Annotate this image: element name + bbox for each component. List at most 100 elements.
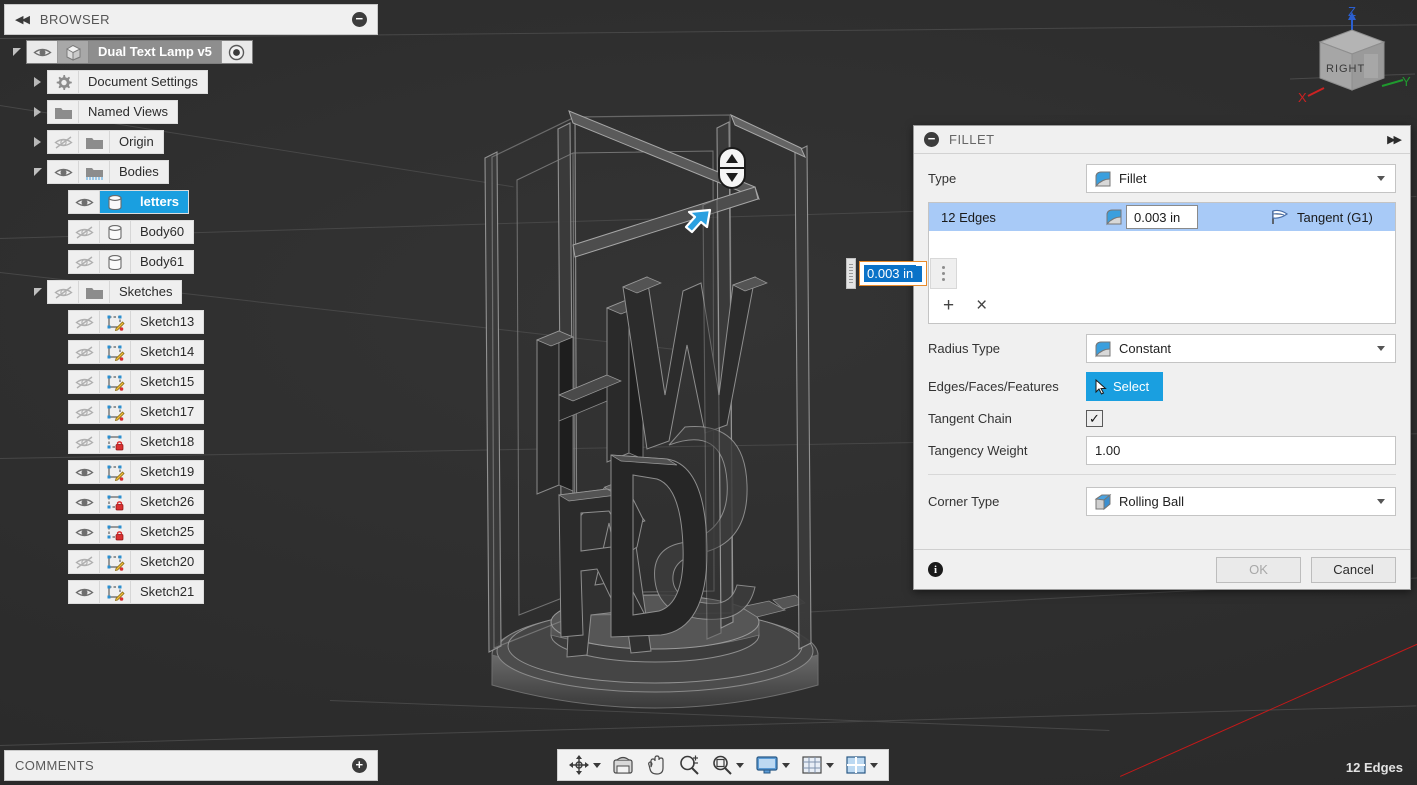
tree-root-row[interactable]: Dual Text Lamp v5 (0, 40, 378, 64)
eye-visible-icon[interactable] (33, 46, 52, 58)
tree-row-content[interactable]: Body60 (68, 220, 195, 244)
visibility-toggle[interactable] (69, 431, 100, 453)
visibility-toggle[interactable] (69, 191, 100, 213)
eye-hidden-icon[interactable] (75, 556, 94, 569)
tree-item-sketch13[interactable]: Sketch13 (0, 310, 378, 334)
tree-row-content[interactable]: Sketch20 (68, 550, 205, 574)
zoom-magnifier-icon[interactable] (676, 752, 702, 778)
chevron-down-icon[interactable] (593, 762, 601, 768)
tree-item-sketch14[interactable]: Sketch14 (0, 340, 378, 364)
eye-hidden-icon[interactable] (75, 406, 94, 419)
eye-hidden-icon[interactable] (75, 316, 94, 329)
visibility-toggle[interactable] (69, 461, 100, 483)
remove-edge-selection-button[interactable]: × (976, 296, 987, 315)
tree-row-content[interactable]: Sketch15 (68, 370, 205, 394)
plus-circle-icon[interactable]: + (352, 758, 367, 773)
tree-row-content[interactable]: Sketch18 (68, 430, 205, 454)
eye-hidden-icon[interactable] (54, 286, 73, 299)
visibility-toggle[interactable] (69, 221, 100, 243)
tree-row-content[interactable]: Origin (47, 130, 164, 154)
visibility-toggle[interactable] (69, 401, 100, 423)
eye-hidden-icon[interactable] (75, 376, 94, 389)
visibility-toggle[interactable] (48, 131, 79, 153)
eye-visible-icon[interactable] (75, 466, 94, 478)
eye-hidden-icon[interactable] (75, 256, 94, 269)
tree-row-content[interactable]: letters (68, 190, 190, 214)
radius-type-combo[interactable]: Constant (1086, 334, 1396, 363)
eye-visible-icon[interactable] (75, 496, 94, 508)
inline-radius-input-group[interactable]: 0.003 in (846, 258, 958, 289)
info-icon[interactable]: i (928, 562, 943, 577)
chevron-down-icon[interactable] (826, 762, 834, 768)
model-3d-lamp[interactable] (455, 95, 855, 735)
expander-toggle[interactable] (31, 286, 44, 299)
tree-row-content[interactable]: Sketch21 (68, 580, 205, 604)
collapse-left-arrows-icon[interactable]: ◀◀ (15, 13, 30, 26)
visibility-toggle[interactable] (69, 371, 100, 393)
select-button[interactable]: Select (1086, 372, 1164, 401)
tree-row-content[interactable]: Sketch17 (68, 400, 205, 424)
fillet-edge-list[interactable]: 12 Edges 0.003 in Tangent (G1) + × (928, 202, 1396, 324)
fillet-edge-radius[interactable]: 0.003 in (1126, 205, 1198, 229)
visibility-toggle[interactable] (27, 41, 58, 63)
drag-grip-icon[interactable] (846, 258, 856, 289)
navigation-toolbar[interactable] (557, 749, 889, 781)
expander-toggle[interactable] (31, 136, 44, 149)
activate-component-button[interactable] (220, 41, 252, 63)
expander-toggle[interactable] (31, 166, 44, 179)
ok-button[interactable]: OK (1216, 556, 1301, 583)
chevron-down-icon[interactable] (782, 762, 790, 768)
tree-row-content[interactable]: Sketches (47, 280, 183, 304)
chevron-down-icon[interactable] (1377, 346, 1385, 351)
browser-tree[interactable]: Dual Text Lamp v5 Document Settings Name… (0, 40, 378, 610)
minus-circle-icon[interactable]: − (924, 132, 939, 147)
eye-visible-icon[interactable] (75, 196, 94, 208)
tree-item-sketch21[interactable]: Sketch21 (0, 580, 378, 604)
tree-item-sketches[interactable]: Sketches (0, 280, 378, 304)
expander-toggle[interactable] (10, 46, 23, 59)
pan-hand-icon[interactable] (643, 752, 669, 778)
tree-item-letters[interactable]: letters (0, 190, 378, 214)
view-cube[interactable]: Z Y X RIGHT (1290, 4, 1415, 116)
eye-visible-icon[interactable] (75, 586, 94, 598)
orbit-icon[interactable] (566, 752, 603, 778)
fillet-edge-continuity[interactable]: Tangent (G1) (1270, 209, 1373, 225)
eye-hidden-icon[interactable] (54, 136, 73, 149)
tree-item-sketch18[interactable]: Sketch18 (0, 430, 378, 454)
chevron-down-icon[interactable] (870, 762, 878, 768)
tree-item-body61[interactable]: Body61 (0, 250, 378, 274)
tree-item-sketch26[interactable]: Sketch26 (0, 490, 378, 514)
visibility-toggle[interactable] (69, 341, 100, 363)
fillet-edge-row[interactable]: 12 Edges 0.003 in Tangent (G1) (929, 203, 1395, 231)
eye-hidden-icon[interactable] (75, 226, 94, 239)
cancel-button[interactable]: Cancel (1311, 556, 1396, 583)
tangency-weight-input[interactable]: 1.00 (1086, 436, 1396, 465)
up-down-arrows-icon[interactable] (718, 147, 746, 189)
tree-item-origin[interactable]: Origin (0, 130, 378, 154)
tree-item-sketch19[interactable]: Sketch19 (0, 460, 378, 484)
inline-radius-input[interactable]: 0.003 in (859, 261, 928, 286)
tree-item-body60[interactable]: Body60 (0, 220, 378, 244)
visibility-toggle[interactable] (69, 311, 100, 333)
zoom-window-icon[interactable] (709, 752, 746, 778)
grid-snaps-icon[interactable] (799, 752, 836, 778)
tree-item-document-settings[interactable]: Document Settings (0, 70, 378, 94)
chevron-down-icon[interactable] (1377, 176, 1385, 181)
tree-item-sketch15[interactable]: Sketch15 (0, 370, 378, 394)
tree-row-content[interactable]: Sketch25 (68, 520, 205, 544)
tree-row-content[interactable]: Dual Text Lamp v5 (26, 40, 253, 64)
eye-visible-icon[interactable] (75, 526, 94, 538)
visibility-toggle[interactable] (69, 491, 100, 513)
activate-radio-icon[interactable] (228, 44, 245, 61)
tree-row-content[interactable]: Bodies (47, 160, 169, 184)
eye-hidden-icon[interactable] (75, 436, 94, 449)
chevron-down-icon[interactable] (1377, 499, 1385, 504)
double-right-arrow-icon[interactable]: ▶▶ (1387, 133, 1402, 146)
visibility-toggle[interactable] (69, 251, 100, 273)
tree-row-content[interactable]: Sketch19 (68, 460, 205, 484)
tree-item-sketch25[interactable]: Sketch25 (0, 520, 378, 544)
tree-item-sketch17[interactable]: Sketch17 (0, 400, 378, 424)
chevron-down-icon[interactable] (736, 762, 744, 768)
expander-toggle[interactable] (31, 106, 44, 119)
visibility-toggle[interactable] (69, 551, 100, 573)
